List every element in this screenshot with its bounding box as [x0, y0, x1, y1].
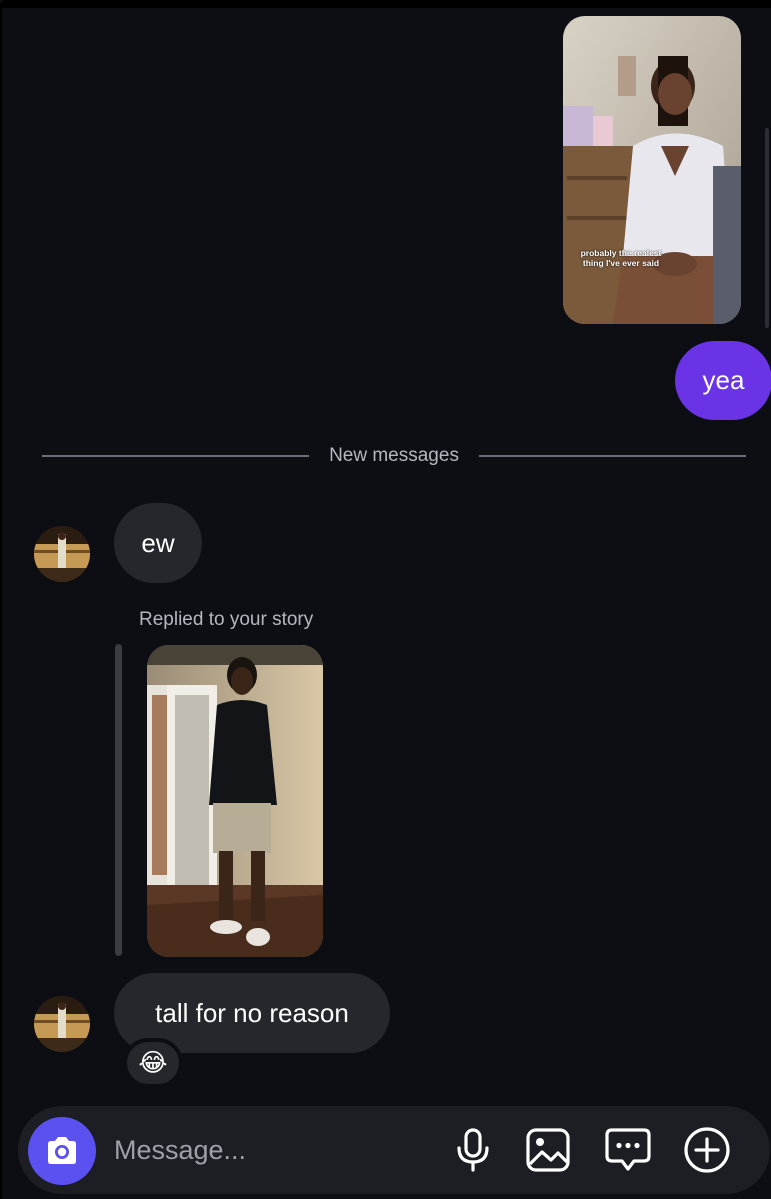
divider-line — [478, 455, 747, 457]
reaction-emoji: 😂 — [138, 1049, 168, 1077]
scrollbar[interactable] — [765, 128, 769, 328]
chat-thread: probably the realest thing I've ever sai… — [0, 0, 771, 1199]
avatar-photo — [34, 526, 90, 582]
sticker-button[interactable] — [603, 1125, 653, 1175]
received-message-bubble[interactable]: ew — [114, 503, 202, 583]
replied-story-photo — [147, 645, 323, 957]
story-photo — [563, 16, 741, 324]
sticker-chat-icon — [605, 1128, 651, 1171]
sent-message-bubble[interactable]: yea — [675, 341, 771, 420]
gallery-button[interactable] — [523, 1125, 573, 1175]
camera-icon — [48, 1137, 76, 1164]
received-message-text: ew — [141, 527, 175, 558]
message-reaction[interactable]: 😂 — [123, 1038, 183, 1088]
camera-button[interactable] — [28, 1117, 96, 1185]
divider-label: New messages — [329, 445, 459, 466]
divider-line — [42, 455, 310, 457]
received-message-text: tall for no reason — [155, 997, 349, 1028]
microphone-icon — [457, 1128, 489, 1172]
replied-story-thumbnail[interactable] — [147, 645, 323, 957]
sent-message-text: yea — [702, 365, 745, 395]
image-icon — [526, 1128, 570, 1172]
message-input[interactable] — [114, 1126, 414, 1174]
plus-circle-icon — [684, 1127, 730, 1173]
new-messages-divider: New messages — [42, 444, 747, 468]
sender-avatar[interactable] — [34, 996, 90, 1052]
sent-story-thumbnail[interactable]: probably the realest thing I've ever sai… — [563, 16, 741, 324]
story-reply-label: Replied to your story — [139, 609, 314, 630]
story-caption: probably the realest thing I've ever sai… — [580, 248, 662, 268]
microphone-button[interactable] — [448, 1125, 498, 1175]
reply-indicator-bar — [115, 644, 122, 956]
plus-button[interactable] — [682, 1125, 732, 1175]
sender-avatar[interactable] — [34, 526, 90, 582]
avatar-photo — [34, 996, 90, 1052]
